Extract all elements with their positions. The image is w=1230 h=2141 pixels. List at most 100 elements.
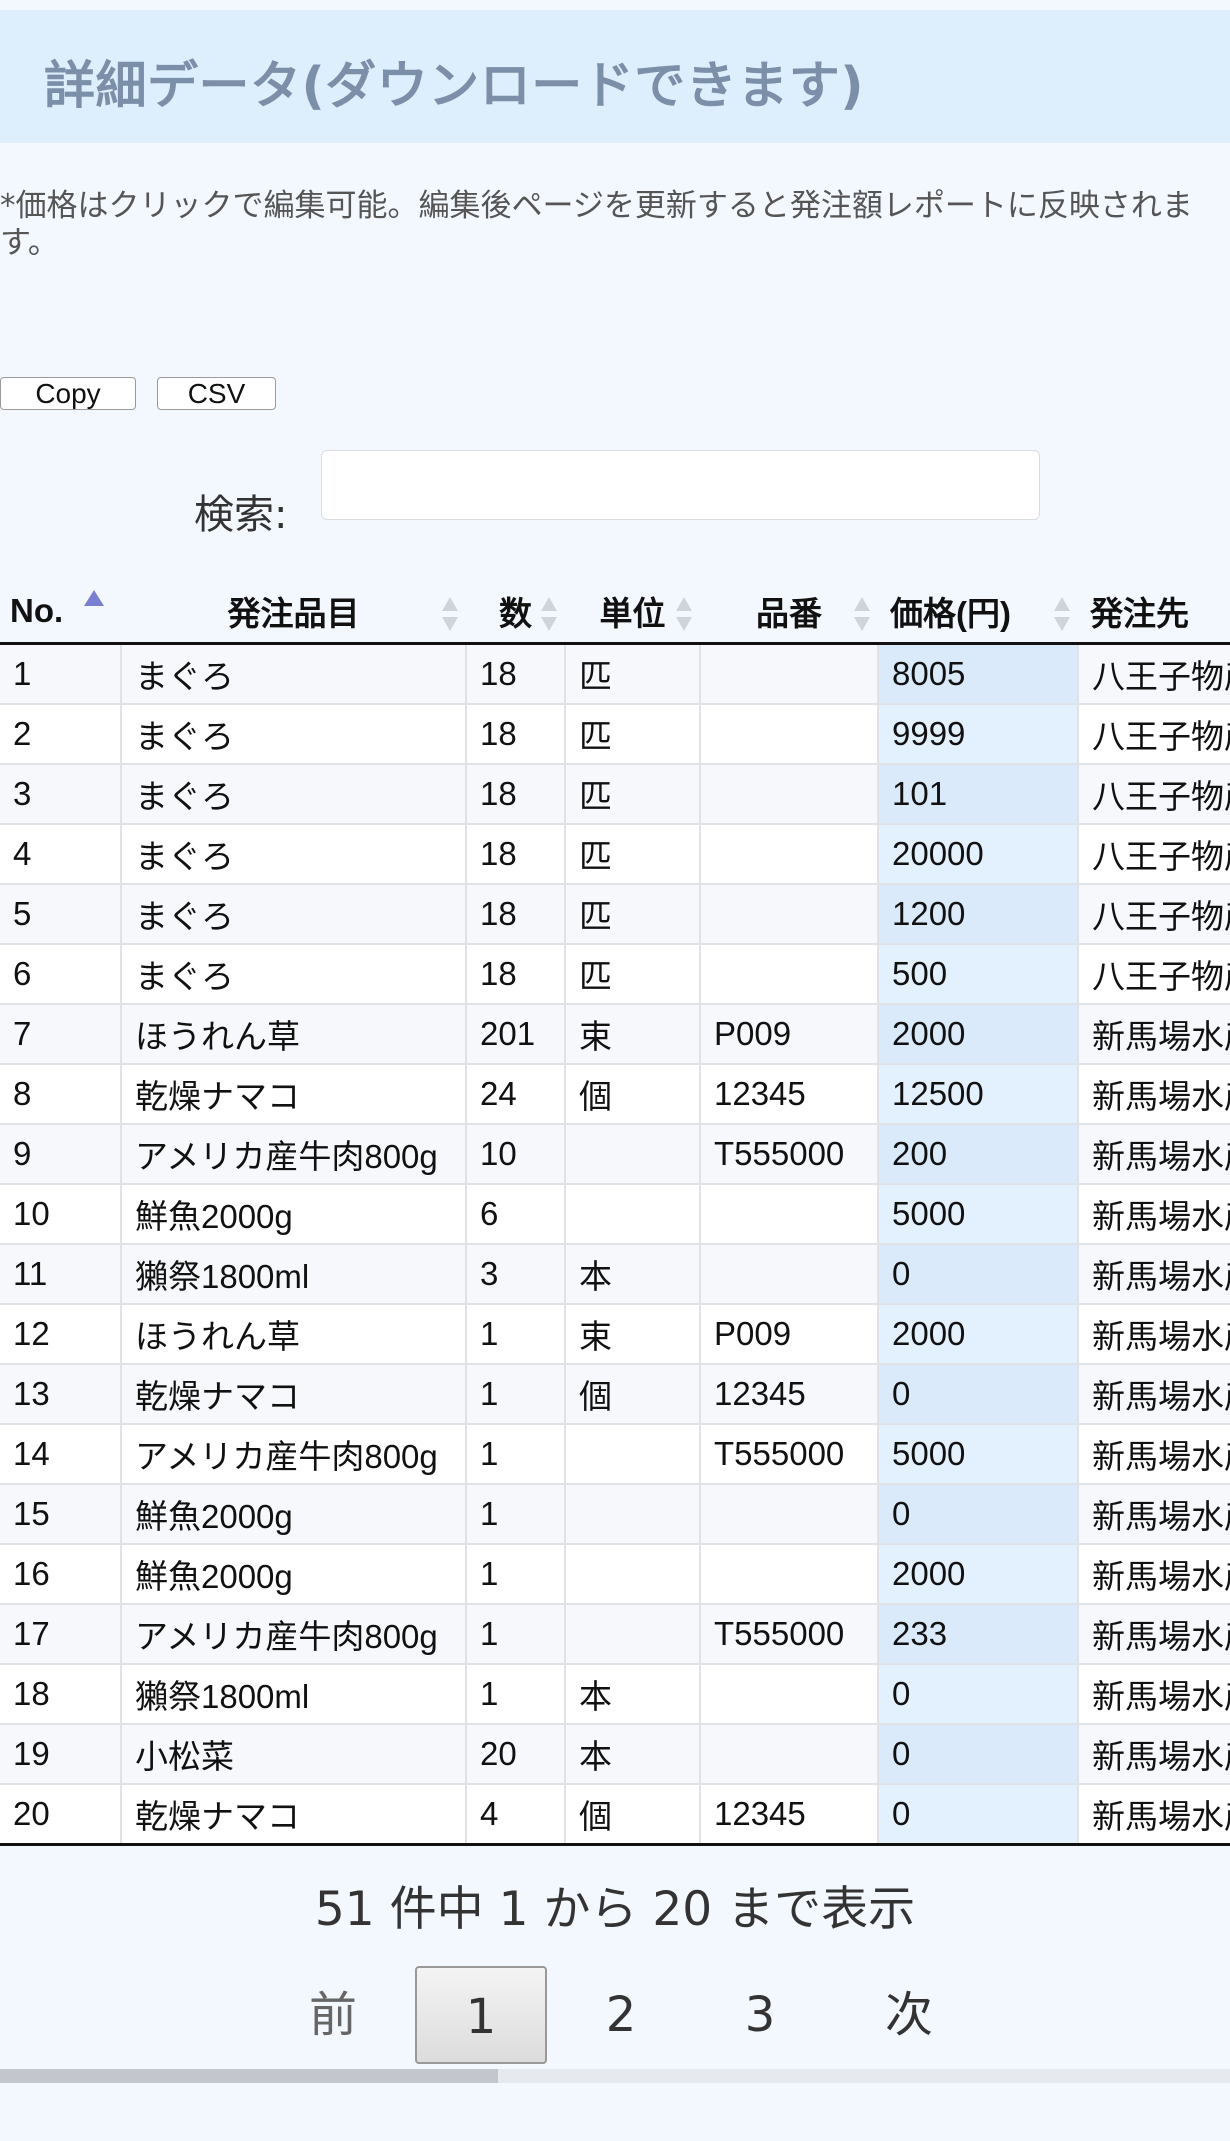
col-header-label: 価格(円) <box>890 595 1011 632</box>
cell-unit: 匹 <box>565 884 701 945</box>
copy-button[interactable]: Copy <box>0 377 136 410</box>
sort-ascending-icon <box>84 590 104 606</box>
pagination-page-1[interactable]: 1 <box>415 1966 547 2064</box>
table-row: 2まぐろ18匹 9999八王子物産 <box>0 704 1230 765</box>
table-row: 12ほうれん草1束P0092000新馬場水産 <box>0 1304 1230 1365</box>
cell-supplier: 新馬場水産 <box>1078 1184 1230 1245</box>
cell-item: アメリカ産牛肉800g <box>121 1124 467 1185</box>
table-row: 11獺祭1800ml3本 0新馬場水産 <box>0 1244 1230 1305</box>
cell-price[interactable]: 12500 <box>878 1064 1079 1125</box>
cell-price[interactable]: 101 <box>878 764 1079 825</box>
cell-no: 4 <box>0 824 122 885</box>
search-input[interactable] <box>321 450 1040 520</box>
cell-quantity: 18 <box>466 884 566 945</box>
pagination-prev[interactable]: 前 <box>300 1966 366 2064</box>
sort-both-icon <box>676 597 692 631</box>
cell-price[interactable]: 9999 <box>878 704 1079 765</box>
cell-unit: 個 <box>565 1364 701 1425</box>
col-header-product-code[interactable]: 品番 <box>700 580 878 645</box>
cell-no: 17 <box>0 1604 122 1665</box>
cell-price[interactable]: 0 <box>878 1244 1079 1305</box>
cell-quantity: 18 <box>466 824 566 885</box>
cell-no: 7 <box>0 1004 122 1065</box>
col-header-no[interactable]: No. <box>0 580 121 645</box>
table-header-row: No. 発注品目 数 単位 品番 価格(円) 発注先 <box>0 580 1230 645</box>
cell-price[interactable]: 8005 <box>878 643 1079 705</box>
cell-no: 16 <box>0 1544 122 1605</box>
cell-item: ほうれん草 <box>121 1304 467 1365</box>
cell-supplier: 新馬場水産 <box>1078 1424 1230 1485</box>
col-header-price[interactable]: 価格(円) <box>878 580 1078 645</box>
cell-unit: 束 <box>565 1304 701 1365</box>
cell-product-code: P009 <box>700 1304 879 1365</box>
csv-button[interactable]: CSV <box>157 377 276 410</box>
col-header-label: 単位 <box>599 595 666 632</box>
horizontal-scrollbar[interactable] <box>0 2069 1230 2083</box>
cell-product-code: 12345 <box>700 1064 879 1125</box>
col-header-label: 発注先 <box>1090 595 1189 632</box>
cell-price[interactable]: 20000 <box>878 824 1079 885</box>
cell-price[interactable]: 500 <box>878 944 1079 1005</box>
cell-price[interactable]: 2000 <box>878 1004 1079 1065</box>
cell-item: ほうれん草 <box>121 1004 467 1065</box>
cell-unit <box>565 1484 701 1545</box>
table-row: 15鮮魚2000g1 0新馬場水産 <box>0 1484 1230 1545</box>
cell-no: 5 <box>0 884 122 945</box>
cell-no: 8 <box>0 1064 122 1125</box>
cell-product-code: 12345 <box>700 1784 879 1846</box>
cell-supplier: 新馬場水産 <box>1078 1724 1230 1785</box>
col-header-unit[interactable]: 単位 <box>565 580 700 645</box>
cell-quantity: 1 <box>466 1484 566 1545</box>
pagination-page-2[interactable]: 2 <box>590 1966 652 2064</box>
pagination-page-3[interactable]: 3 <box>729 1966 791 2064</box>
cell-price[interactable]: 5000 <box>878 1424 1079 1485</box>
cell-quantity: 18 <box>466 944 566 1005</box>
cell-no: 9 <box>0 1124 122 1185</box>
cell-supplier: 八王子物産 <box>1078 824 1230 885</box>
cell-product-code <box>700 764 879 825</box>
col-header-item[interactable]: 発注品目 <box>121 580 466 645</box>
cell-unit: 本 <box>565 1724 701 1785</box>
cell-price[interactable]: 2000 <box>878 1304 1079 1365</box>
scrollbar-thumb[interactable] <box>0 2069 498 2083</box>
cell-supplier: 新馬場水産 <box>1078 1244 1230 1305</box>
cell-supplier: 八王子物産 <box>1078 884 1230 945</box>
sort-both-icon <box>442 597 458 631</box>
cell-price[interactable]: 0 <box>878 1664 1079 1725</box>
cell-price[interactable]: 0 <box>878 1784 1079 1846</box>
cell-quantity: 1 <box>466 1304 566 1365</box>
cell-supplier: 新馬場水産 <box>1078 1484 1230 1545</box>
cell-no: 20 <box>0 1784 122 1846</box>
cell-item: 鮮魚2000g <box>121 1484 467 1545</box>
cell-price[interactable]: 233 <box>878 1604 1079 1665</box>
cell-item: 乾燥ナマコ <box>121 1064 467 1125</box>
cell-item: まぐろ <box>121 884 467 945</box>
pagination-next[interactable]: 次 <box>876 1966 942 2064</box>
cell-quantity: 1 <box>466 1604 566 1665</box>
cell-quantity: 4 <box>466 1784 566 1846</box>
data-table: No. 発注品目 数 単位 品番 価格(円) 発注先 1 まぐろ 18 匹 80… <box>0 580 1230 1846</box>
cell-supplier: 新馬場水産 <box>1078 1124 1230 1185</box>
cell-product-code: T555000 <box>700 1604 879 1665</box>
cell-price[interactable]: 0 <box>878 1364 1079 1425</box>
cell-price[interactable]: 2000 <box>878 1544 1079 1605</box>
cell-supplier: 新馬場水産 <box>1078 1544 1230 1605</box>
cell-product-code: T555000 <box>700 1424 879 1485</box>
cell-unit: 匹 <box>565 944 701 1005</box>
cell-quantity: 1 <box>466 1544 566 1605</box>
cell-price[interactable]: 200 <box>878 1124 1079 1185</box>
cell-price[interactable]: 0 <box>878 1724 1079 1785</box>
cell-price[interactable]: 0 <box>878 1484 1079 1545</box>
cell-price[interactable]: 1200 <box>878 884 1079 945</box>
table-info: 51 件中 1 から 20 まで表示 <box>314 1882 916 1937</box>
cell-unit: 束 <box>565 1004 701 1065</box>
col-header-supplier[interactable]: 発注先 <box>1078 580 1230 645</box>
cell-quantity: 1 <box>466 1664 566 1725</box>
col-header-quantity[interactable]: 数 <box>466 580 565 645</box>
cell-quantity: 201 <box>466 1004 566 1065</box>
cell-quantity: 18 <box>466 704 566 765</box>
cell-quantity: 18 <box>466 643 566 705</box>
cell-unit: 本 <box>565 1664 701 1725</box>
cell-no: 3 <box>0 764 122 825</box>
cell-price[interactable]: 5000 <box>878 1184 1079 1245</box>
